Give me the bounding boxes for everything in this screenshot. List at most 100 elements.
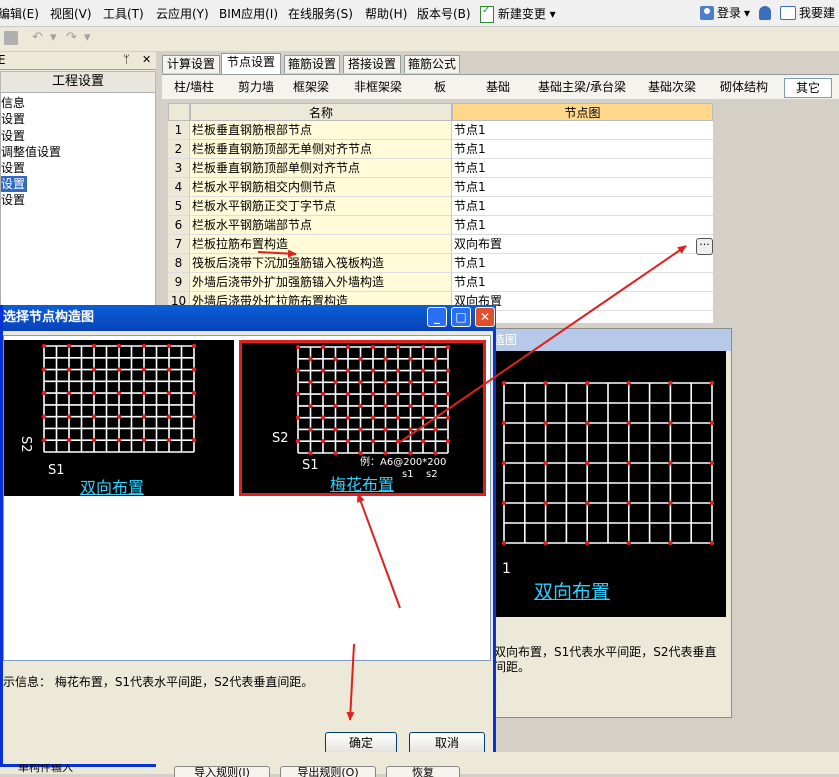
notification-icon[interactable] <box>759 5 772 20</box>
row-name-cell[interactable]: 栏板水平钢筋端部节点 <box>190 216 452 235</box>
tree-item[interactable]: 设置 <box>1 128 27 144</box>
row-name-cell[interactable]: 栏板水平钢筋相交内侧节点 <box>190 178 452 197</box>
tie-bar-dot <box>66 343 72 349</box>
subtab-column[interactable]: 柱/墙柱 <box>166 78 222 96</box>
tree-item-adjust[interactable]: 调整值设置 <box>1 144 63 160</box>
option-bidirectional[interactable]: S2 S1 双向布置 <box>4 340 234 498</box>
option-label-quincunx[interactable]: 梅花布置 <box>330 471 394 495</box>
tree-item[interactable]: 设置 <box>1 160 27 176</box>
menu-view[interactable]: 视图(V) <box>50 5 92 22</box>
menu-version[interactable]: 版本号(B) <box>417 5 471 22</box>
option-quincunx[interactable]: S2 S1 例：A6@200*200 s1 s2 梅花布置 <box>239 340 486 496</box>
row-name-cell[interactable]: 栏板垂直钢筋顶部单侧对齐节点 <box>190 159 452 178</box>
pin-icon[interactable]: ᛘ <box>123 53 130 66</box>
cancel-button[interactable]: 取消 <box>409 732 485 754</box>
row-node-cell[interactable]: 节点1 <box>452 140 713 159</box>
row-node-cell[interactable]: 节点1 <box>452 216 713 235</box>
subtab-slab[interactable]: 板 <box>418 78 462 96</box>
login-area[interactable]: 登录 ▾ 我要建 <box>700 4 835 21</box>
row-number[interactable]: 5 <box>168 197 190 216</box>
tree-item[interactable]: 设置 <box>1 192 27 208</box>
row-name-cell[interactable]: 栏板垂直钢筋根部节点 <box>190 121 452 140</box>
tree-item[interactable]: 设置 <box>1 111 27 127</box>
tie-bar-dot <box>433 380 438 385</box>
row-node-cell[interactable]: 双向布置 <box>452 235 713 254</box>
menu-tools[interactable]: 工具(T) <box>103 5 144 22</box>
subtab-foundation-secondary-beam[interactable]: 基础次梁 <box>644 78 700 96</box>
tab-stirrup-settings[interactable]: 箍筋设置 <box>284 55 340 73</box>
subtab-other[interactable]: 其它 <box>784 78 832 98</box>
menu-edit[interactable]: 编辑(E) <box>0 5 39 22</box>
row-number[interactable]: 7 <box>168 235 190 254</box>
tab-stirrup-formula[interactable]: 箍筋公式 <box>404 55 460 73</box>
subtab-frame-beam[interactable]: 框架梁 <box>286 78 336 96</box>
row-node-cell[interactable]: 节点1 <box>452 121 713 140</box>
tie-bar-dot <box>420 368 426 373</box>
row-number[interactable]: 2 <box>168 140 190 159</box>
export-rules-button[interactable]: 导出规则(O) <box>280 766 376 777</box>
row-number[interactable]: 4 <box>168 178 190 197</box>
subtab-masonry[interactable]: 砌体结构 <box>716 78 772 96</box>
menu-new-change[interactable]: 新建变更 ▾ <box>480 5 556 23</box>
minimize-button[interactable]: _ <box>427 307 447 327</box>
tie-bar-dot <box>501 500 507 506</box>
row-name-cell[interactable]: 栏板垂直钢筋顶部无单侧对齐节点 <box>190 140 452 159</box>
dim-s1-label: S1 <box>48 463 65 478</box>
subtab-shear-wall[interactable]: 剪力墙 <box>228 78 284 96</box>
tie-bar-dot <box>308 380 313 385</box>
row-number[interactable]: 1 <box>168 121 190 140</box>
tab-node-settings[interactable]: 节点设置 <box>221 53 281 74</box>
tie-bar-dot <box>420 344 426 350</box>
redo-icon[interactable]: ↷ <box>66 31 80 45</box>
menu-bim[interactable]: BIM应用(I) <box>219 5 278 22</box>
tie-bar-dot <box>585 420 590 426</box>
redo-dropdown-icon[interactable]: ▾ <box>84 31 98 45</box>
row-number[interactable]: 9 <box>168 273 190 292</box>
tie-bar-dot <box>626 500 631 506</box>
close-icon[interactable]: ✕ <box>142 53 151 66</box>
tie-bar-dot <box>333 356 338 361</box>
row-name-cell[interactable]: 栏板拉筋布置构造 <box>190 235 452 254</box>
row-name-cell[interactable]: 栏板水平钢筋正交丁字节点 <box>190 197 452 216</box>
close-button[interactable]: ✕ <box>475 307 495 327</box>
ellipsis-button[interactable]: ··· <box>696 238 713 255</box>
menu-cloud[interactable]: 云应用(Y) <box>156 5 209 22</box>
menu-online-service[interactable]: 在线服务(S) <box>288 5 353 22</box>
option-label-bidirectional[interactable]: 双向布置 <box>80 474 144 498</box>
row-node-cell[interactable]: 节点1 <box>452 159 713 178</box>
row-node-cell[interactable]: 节点1 <box>452 254 713 273</box>
row-name-cell[interactable]: 筏板后浇带下沉加强筋锚入筏板构造 <box>190 254 452 273</box>
tie-bar-dot <box>668 420 673 426</box>
subtab-foundation[interactable]: 基础 <box>476 78 520 96</box>
row-node-cell[interactable]: 节点1 <box>452 178 713 197</box>
ok-button[interactable]: 确定 <box>325 732 397 754</box>
undo-dropdown-icon[interactable]: ▾ <box>50 31 64 45</box>
tab-lap-settings[interactable]: 搭接设置 <box>343 55 401 73</box>
row-number[interactable]: 3 <box>168 159 190 178</box>
tie-bar-dot <box>320 368 326 373</box>
tie-bar-dot <box>345 391 351 397</box>
grid-corner <box>168 103 190 121</box>
save-icon[interactable] <box>4 31 18 45</box>
tie-bar-dot <box>408 450 413 456</box>
row-name-cell[interactable]: 外墙后浇带外扩加强筋锚入外墙构造 <box>190 273 452 292</box>
feedback-label[interactable]: 我要建 <box>799 4 835 21</box>
row-node-cell[interactable]: 节点1 <box>452 197 713 216</box>
row-number[interactable]: 8 <box>168 254 190 273</box>
menu-help[interactable]: 帮助(H) <box>365 5 407 22</box>
diagram-info-text: 双向布置，S1代表水平间距，S2代表垂直间距。 <box>494 645 717 674</box>
maximize-button[interactable]: □ <box>451 307 471 327</box>
tab-calc-settings[interactable]: 计算设置 <box>162 55 220 73</box>
subtab-foundation-main-beam[interactable]: 基础主梁/承台梁 <box>532 78 632 96</box>
tie-bar-dot <box>41 390 47 396</box>
restore-button[interactable]: 恢复 <box>386 766 460 777</box>
subtab-non-frame-beam[interactable]: 非框架梁 <box>344 78 412 96</box>
undo-icon[interactable]: ↶ <box>32 31 46 45</box>
row-number[interactable]: 6 <box>168 216 190 235</box>
tie-bar-dot <box>320 415 326 420</box>
import-rules-button[interactable]: 导入规则(I) <box>174 766 270 777</box>
row-node-cell[interactable]: 节点1 <box>452 273 713 292</box>
tree-item-info[interactable]: 信息 <box>1 95 27 111</box>
tree-item-selected[interactable]: 设置 <box>1 176 28 192</box>
tie-bar-dot <box>358 380 363 385</box>
